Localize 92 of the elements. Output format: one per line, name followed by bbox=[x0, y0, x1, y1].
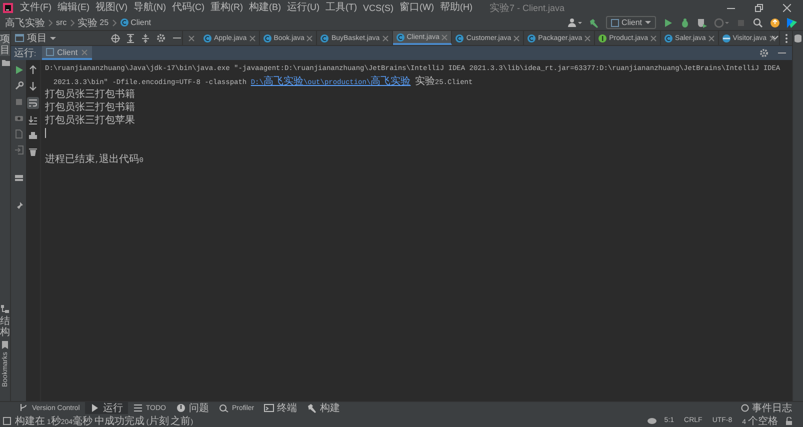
menu-item[interactable]: 窗口(W) bbox=[396, 0, 438, 15]
class-icon bbox=[262, 34, 272, 42]
window-icon bbox=[46, 48, 54, 56]
menu-item[interactable]: VCS(S) bbox=[360, 0, 397, 15]
interface-icon bbox=[598, 34, 608, 42]
class-icon bbox=[722, 34, 731, 42]
arrow-up-icon[interactable] bbox=[28, 65, 38, 75]
breadcrumb-item[interactable]: src bbox=[56, 18, 67, 27]
database-icon[interactable] bbox=[794, 34, 802, 43]
bug-icon[interactable] bbox=[680, 18, 690, 28]
tool-window-tab[interactable]: 问题 bbox=[170, 402, 214, 414]
chevron-icon bbox=[112, 18, 117, 26]
run-icon[interactable] bbox=[663, 18, 673, 28]
window-title: 实验7 - Client.java bbox=[490, 2, 565, 14]
project-dropdown[interactable]: 项目 bbox=[15, 31, 56, 45]
square-icon[interactable] bbox=[3, 416, 11, 424]
close-icon[interactable] bbox=[584, 34, 592, 42]
menu-item[interactable]: 导航(N) bbox=[130, 0, 169, 15]
close-icon[interactable] bbox=[513, 34, 520, 42]
target-icon[interactable] bbox=[111, 34, 120, 42]
profiler-icon bbox=[218, 403, 229, 413]
menu-item[interactable]: 构建(B) bbox=[246, 0, 284, 15]
run-tab[interactable]: Client bbox=[42, 46, 92, 60]
print-icon[interactable] bbox=[28, 131, 38, 141]
text-cursor bbox=[45, 128, 46, 138]
ide-logo-icon[interactable] bbox=[787, 18, 797, 28]
more-icon[interactable] bbox=[785, 34, 788, 42]
bookmark-icon bbox=[2, 340, 8, 349]
list-icon bbox=[132, 403, 143, 413]
wrench-icon[interactable] bbox=[14, 81, 24, 91]
soft-wrap-button[interactable] bbox=[27, 97, 39, 109]
folder-icon bbox=[0, 58, 10, 66]
camera-icon[interactable] bbox=[14, 113, 24, 123]
menu-item[interactable]: 代码(C) bbox=[169, 0, 208, 15]
search-icon[interactable] bbox=[753, 18, 763, 28]
chevron-down-icon[interactable] bbox=[771, 35, 779, 41]
scroll-to-end-icon[interactable] bbox=[28, 115, 38, 125]
breadcrumb-item[interactable]: 高飞实验 bbox=[5, 16, 45, 30]
close-icon[interactable] bbox=[188, 34, 195, 42]
caret-icon bbox=[50, 36, 56, 40]
menu-item[interactable]: 运行(U) bbox=[284, 0, 322, 15]
close-icon[interactable] bbox=[382, 34, 389, 42]
class-icon bbox=[396, 32, 405, 42]
menu-item[interactable]: 工具(T) bbox=[322, 0, 360, 15]
class-icon bbox=[664, 34, 674, 42]
layout-icon[interactable] bbox=[14, 173, 24, 183]
expand-icon[interactable] bbox=[126, 34, 135, 42]
chevron-icon bbox=[48, 18, 53, 26]
menu-item[interactable]: 文件(F) bbox=[17, 0, 54, 15]
tool-window-tab[interactable]: 终端 bbox=[259, 402, 302, 414]
class-icon bbox=[320, 34, 330, 42]
shield-icon[interactable] bbox=[697, 18, 707, 28]
gear-icon[interactable] bbox=[759, 48, 769, 58]
structure-icon bbox=[1, 304, 9, 313]
class-icon bbox=[455, 34, 464, 42]
close-icon[interactable] bbox=[248, 34, 256, 42]
window-icon bbox=[15, 34, 24, 42]
run-icon[interactable] bbox=[14, 65, 24, 75]
close-icon[interactable] bbox=[708, 34, 715, 42]
arrow-down-icon[interactable] bbox=[28, 81, 38, 91]
terminal-icon bbox=[264, 403, 274, 413]
close-icon[interactable] bbox=[768, 34, 776, 42]
user-icon[interactable] bbox=[568, 18, 582, 27]
menu-item[interactable]: 帮助(H) bbox=[437, 0, 476, 15]
run-config-dropdown[interactable]: Client bbox=[606, 16, 656, 29]
tool-window-tab[interactable]: 结构 bbox=[0, 316, 10, 338]
app-logo-icon bbox=[3, 2, 13, 12]
class-icon bbox=[120, 18, 129, 27]
close-icon[interactable] bbox=[650, 34, 658, 42]
class-icon bbox=[527, 34, 536, 42]
tool-window-tab[interactable]: 构建 bbox=[302, 402, 346, 414]
maximize-icon[interactable] bbox=[755, 4, 763, 12]
branch-icon bbox=[19, 403, 29, 413]
trash-icon[interactable] bbox=[28, 147, 38, 157]
gear-icon[interactable] bbox=[156, 33, 166, 43]
collapse-icon[interactable] bbox=[141, 34, 150, 42]
caret-icon bbox=[645, 21, 651, 24]
window-icon bbox=[610, 18, 619, 26]
breadcrumb-item[interactable]: 实验25 bbox=[78, 16, 109, 30]
event-log-button[interactable]: 事件日志 bbox=[736, 402, 797, 414]
menu-item[interactable]: 编辑(E) bbox=[54, 0, 92, 15]
lock-icon[interactable] bbox=[785, 416, 793, 424]
update-icon[interactable] bbox=[770, 18, 780, 28]
class-icon bbox=[203, 34, 212, 42]
tool-window-tab[interactable]: 运行 bbox=[84, 402, 128, 414]
tool-window-tab[interactable]: 项目 bbox=[0, 34, 10, 56]
menu-item[interactable]: 重构(R) bbox=[208, 0, 246, 15]
menu-item[interactable]: 视图(V) bbox=[92, 0, 130, 15]
chevron-icon bbox=[70, 18, 75, 26]
close-icon[interactable] bbox=[306, 34, 314, 42]
close-icon[interactable] bbox=[783, 4, 791, 12]
breadcrumb-item[interactable]: Client bbox=[120, 18, 152, 27]
